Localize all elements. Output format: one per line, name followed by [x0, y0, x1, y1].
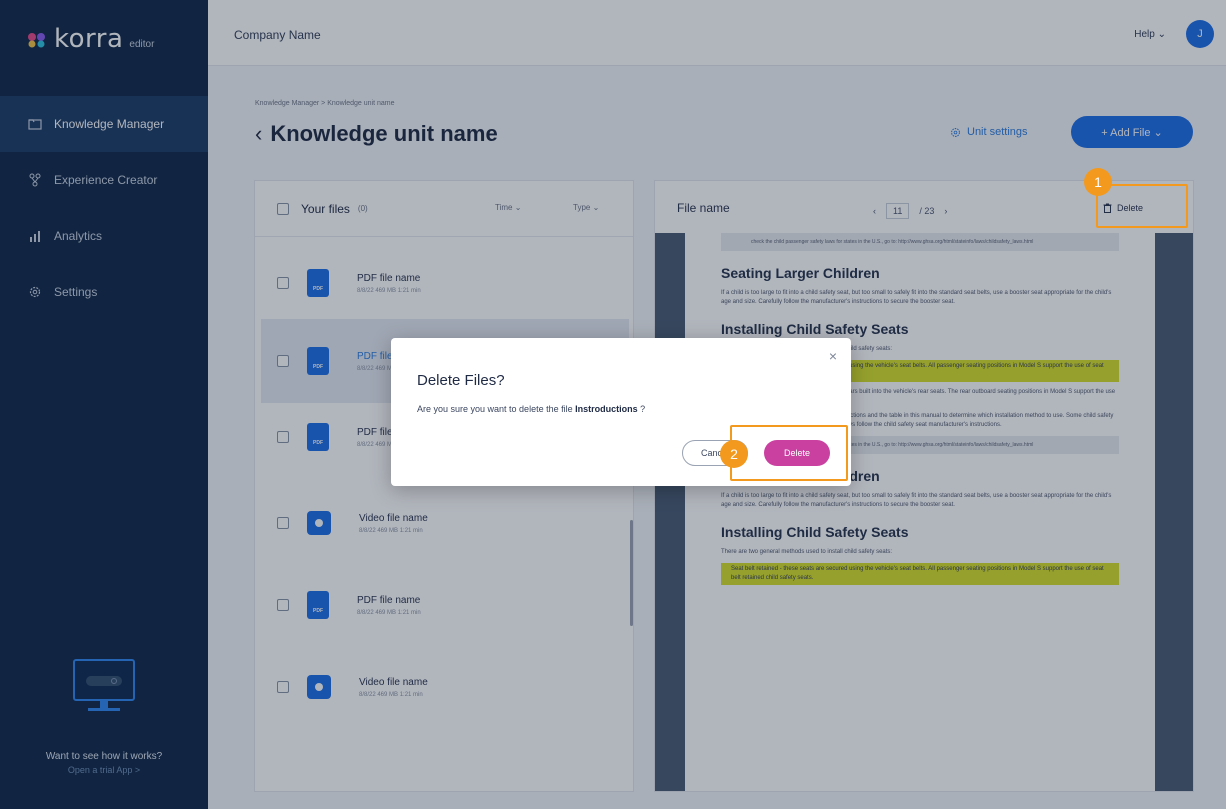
close-icon[interactable]: ×	[829, 348, 837, 364]
dialog-title: Delete Files?	[417, 372, 505, 389]
callout-number: 2	[720, 440, 748, 468]
dialog-message: Are you sure you want to delete the file…	[417, 404, 646, 414]
callout-number: 1	[1084, 168, 1112, 196]
dialog-file-name: Instroductions	[575, 404, 638, 414]
callout-box-delete	[1096, 184, 1188, 228]
